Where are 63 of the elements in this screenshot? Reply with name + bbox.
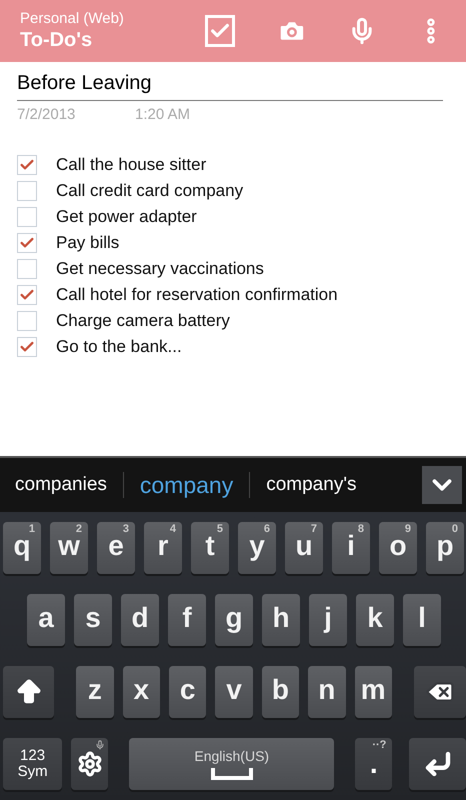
key-hint: 8 bbox=[358, 524, 364, 535]
key-hint: 5 bbox=[216, 524, 223, 535]
note-date: 7/2/2013 bbox=[17, 105, 76, 125]
key[interactable]: m bbox=[354, 666, 392, 718]
todo-item: Call hotel for reservation confirmation bbox=[56, 284, 338, 306]
todo-item: Go to the bank... bbox=[56, 336, 182, 358]
key[interactable]: f bbox=[168, 594, 206, 646]
backspace-key[interactable] bbox=[414, 666, 466, 718]
mic-icon bbox=[95, 740, 106, 750]
account-name: Personal (Web) bbox=[20, 10, 125, 28]
key[interactable]: b bbox=[262, 666, 300, 718]
key-hint: 9 bbox=[404, 524, 411, 535]
collapse-button[interactable] bbox=[422, 466, 462, 504]
key-hint: 3 bbox=[122, 524, 129, 535]
key[interactable]: l bbox=[403, 594, 441, 646]
key-hint: 4 bbox=[170, 524, 176, 535]
symbols-key[interactable]: 123 Sym bbox=[3, 738, 62, 790]
key[interactable]: n bbox=[308, 666, 346, 718]
key[interactable]: h bbox=[262, 594, 300, 646]
enter-key[interactable] bbox=[409, 738, 466, 790]
key[interactable]: j bbox=[309, 594, 347, 646]
key[interactable]: x bbox=[122, 666, 160, 718]
checkbox[interactable] bbox=[17, 180, 37, 200]
shift-key[interactable] bbox=[3, 666, 54, 718]
space-bar-icon bbox=[210, 766, 253, 780]
todo-item: Call credit card company bbox=[56, 180, 244, 202]
checkbox-button[interactable] bbox=[205, 15, 236, 47]
checkbox[interactable] bbox=[17, 284, 37, 304]
key[interactable]: g bbox=[215, 594, 253, 646]
todo-item: Pay bills bbox=[56, 232, 120, 254]
space-key[interactable]: English(US) bbox=[129, 738, 334, 790]
key-hint: 1 bbox=[28, 524, 35, 535]
todo-item: Get necessary vaccinations bbox=[56, 258, 264, 280]
title-field[interactable]: Before Leaving bbox=[17, 68, 443, 101]
key-hint: ··? bbox=[372, 740, 386, 751]
key-hint: 0 bbox=[452, 524, 458, 535]
key[interactable]: k bbox=[356, 594, 394, 646]
key-hint: 7 bbox=[310, 524, 317, 535]
key[interactable]: d bbox=[121, 594, 159, 646]
key[interactable]: v bbox=[215, 666, 253, 718]
key[interactable]: s bbox=[74, 594, 112, 646]
list-title: To-Do's bbox=[20, 28, 94, 52]
key-hint: 2 bbox=[76, 524, 82, 535]
suggestion[interactable]: company bbox=[140, 468, 234, 502]
todo-item: Call the house sitter bbox=[56, 154, 206, 176]
suggestion[interactable]: companies bbox=[15, 470, 107, 500]
period-key[interactable]: ··? . bbox=[355, 738, 392, 790]
key[interactable]: c bbox=[168, 666, 206, 718]
note-time: 1:20 AM bbox=[135, 105, 190, 125]
checkbox[interactable] bbox=[17, 154, 37, 174]
key[interactable]: a bbox=[27, 594, 65, 646]
todo-item: Charge camera battery bbox=[56, 310, 230, 332]
checkbox[interactable] bbox=[17, 206, 37, 226]
suggestion[interactable]: company's bbox=[266, 470, 356, 500]
checkbox[interactable] bbox=[17, 336, 37, 356]
checkbox[interactable] bbox=[17, 232, 37, 252]
todo-item: Get power adapter bbox=[56, 206, 197, 228]
settings-icon bbox=[76, 751, 103, 777]
key-hint: 6 bbox=[264, 524, 270, 535]
checkbox[interactable] bbox=[17, 258, 37, 278]
checkbox[interactable] bbox=[17, 310, 37, 330]
settings-key[interactable] bbox=[71, 738, 108, 790]
key[interactable]: z bbox=[76, 666, 114, 718]
